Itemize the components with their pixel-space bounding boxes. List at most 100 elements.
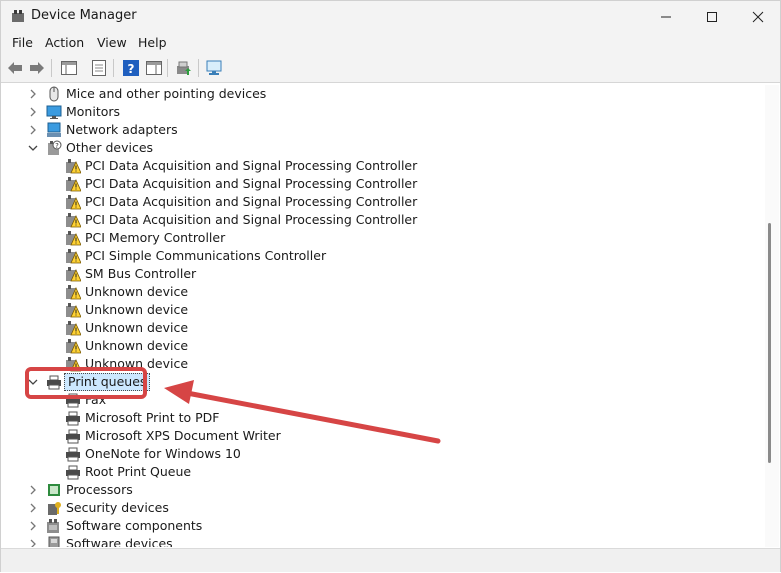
tree-item-label: Software devices: [66, 536, 173, 547]
minimize-button[interactable]: [643, 1, 689, 32]
warning-device-icon: [66, 321, 81, 336]
device-tree[interactable]: Mice and other pointing devices Monitors N…: [2, 85, 764, 547]
tree-device-item[interactable]: Unknown device: [2, 283, 762, 301]
tree-category[interactable]: Mice and other pointing devices: [2, 85, 762, 103]
chevron-right-icon[interactable]: [26, 518, 40, 534]
network-adapter-icon: [47, 122, 61, 137]
tree-item-label: Microsoft Print to PDF: [85, 410, 220, 425]
toolbar-separator: [167, 59, 168, 77]
security-key-icon: [48, 502, 61, 515]
warning-device-icon: [66, 213, 81, 228]
menu-view[interactable]: View: [97, 35, 127, 50]
printer-icon: [66, 411, 80, 426]
warning-device-icon: [66, 195, 81, 210]
warning-device-icon: [66, 249, 81, 264]
printer-icon: [66, 429, 80, 444]
tree-item-label: Software components: [66, 518, 203, 533]
chevron-right-icon[interactable]: [26, 104, 40, 120]
forward-button[interactable]: [27, 58, 47, 78]
title-bar: Device Manager: [1, 1, 780, 32]
tree-item-label: Unknown device: [85, 338, 189, 353]
back-button[interactable]: [5, 58, 25, 78]
tree-item-label: Root Print Queue: [85, 464, 192, 479]
annotation-highlight-box: [25, 367, 147, 399]
tree-item-label: PCI Data Acquisition and Signal Processi…: [85, 194, 418, 209]
tree-category[interactable]: Monitors: [2, 103, 762, 121]
status-bar: [1, 548, 780, 572]
unknown-device-category-icon: ?: [48, 140, 62, 155]
tree-device-item[interactable]: PCI Simple Communications Controller: [2, 247, 762, 265]
tree-category[interactable]: ? Other devices: [2, 139, 762, 157]
tree-device-item[interactable]: Unknown device: [2, 301, 762, 319]
warning-device-icon: [66, 267, 81, 282]
tree-device-item[interactable]: Unknown device: [2, 337, 762, 355]
tree-item-label: Monitors: [66, 104, 121, 119]
tree-device-item[interactable]: SM Bus Controller: [2, 265, 762, 283]
update-driver-icon: [177, 61, 191, 75]
close-button[interactable]: [735, 1, 781, 32]
warning-device-icon: [66, 177, 81, 192]
tree-device-item[interactable]: PCI Data Acquisition and Signal Processi…: [2, 175, 762, 193]
tree-item-label: Unknown device: [85, 320, 189, 335]
chevron-right-icon[interactable]: [26, 122, 40, 138]
tree-device-item[interactable]: PCI Data Acquisition and Signal Processi…: [2, 211, 762, 229]
warning-device-icon: [66, 339, 81, 354]
tree-item-label: Security devices: [66, 500, 169, 515]
show-hide-console-tree-button[interactable]: [59, 58, 79, 78]
maximize-icon: [707, 11, 717, 22]
tree-category[interactable]: Software devices: [2, 535, 762, 547]
scrollbar-thumb[interactable]: [768, 223, 771, 463]
tree-device-item[interactable]: Microsoft Print to PDF: [2, 409, 762, 427]
tree-item-label: PCI Data Acquisition and Signal Processi…: [85, 158, 418, 173]
tree-item-label: Unknown device: [85, 302, 189, 317]
maximize-button[interactable]: [689, 1, 735, 32]
tree-device-item[interactable]: Unknown device: [2, 319, 762, 337]
scan-hardware-changes-button[interactable]: [205, 58, 225, 78]
menu-help[interactable]: Help: [138, 35, 167, 50]
device-manager-icon: [12, 10, 24, 22]
close-icon: [752, 11, 764, 22]
tree-item-label: PCI Memory Controller: [85, 230, 226, 245]
warning-device-icon: [66, 285, 81, 300]
chevron-right-icon[interactable]: [26, 536, 40, 547]
scan-hardware-icon: [206, 60, 222, 75]
tree-device-item[interactable]: OneNote for Windows 10: [2, 445, 762, 463]
device-manager-window: Device Manager File Action View Help ? M…: [0, 0, 781, 572]
tree-device-item[interactable]: PCI Data Acquisition and Signal Processi…: [2, 193, 762, 211]
tree-category[interactable]: Network adapters: [2, 121, 762, 139]
forward-arrow-icon: [30, 62, 44, 74]
chevron-right-icon[interactable]: [26, 500, 40, 516]
mouse-icon: [49, 86, 59, 102]
menu-bar: File Action View Help: [1, 32, 780, 54]
tree-device-item[interactable]: PCI Memory Controller: [2, 229, 762, 247]
help-button[interactable]: ?: [121, 58, 141, 78]
toolbar-separator: [113, 59, 114, 77]
console-tree-icon: [61, 61, 77, 75]
monitor-icon: [46, 105, 62, 119]
warning-device-icon: [66, 159, 81, 174]
tree-category[interactable]: Security devices: [2, 499, 762, 517]
chevron-right-icon[interactable]: [26, 482, 40, 498]
chevron-down-icon[interactable]: [26, 140, 40, 156]
chevron-right-icon[interactable]: [26, 86, 40, 102]
tree-device-item[interactable]: Root Print Queue: [2, 463, 762, 481]
tree-device-item[interactable]: Microsoft XPS Document Writer: [2, 427, 762, 445]
tree-category[interactable]: Processors: [2, 481, 762, 499]
tree-category[interactable]: Software components: [2, 517, 762, 535]
action-pane-button[interactable]: [144, 58, 164, 78]
tree-device-item[interactable]: PCI Data Acquisition and Signal Processi…: [2, 157, 762, 175]
toolbar-separator: [51, 59, 52, 77]
tree-item-label: OneNote for Windows 10: [85, 446, 241, 461]
menu-file[interactable]: File: [12, 35, 33, 50]
tree-item-label: PCI Data Acquisition and Signal Processi…: [85, 212, 418, 227]
printer-icon: [66, 465, 80, 480]
properties-button[interactable]: [89, 58, 109, 78]
tree-item-label: Mice and other pointing devices: [66, 86, 267, 101]
back-arrow-icon: [8, 62, 22, 74]
help-icon: ?: [123, 60, 139, 76]
window-title: Device Manager: [31, 8, 137, 23]
menu-action[interactable]: Action: [45, 35, 84, 50]
warning-device-icon: [66, 303, 81, 318]
update-driver-button[interactable]: [174, 58, 194, 78]
software-device-icon: [48, 536, 60, 547]
